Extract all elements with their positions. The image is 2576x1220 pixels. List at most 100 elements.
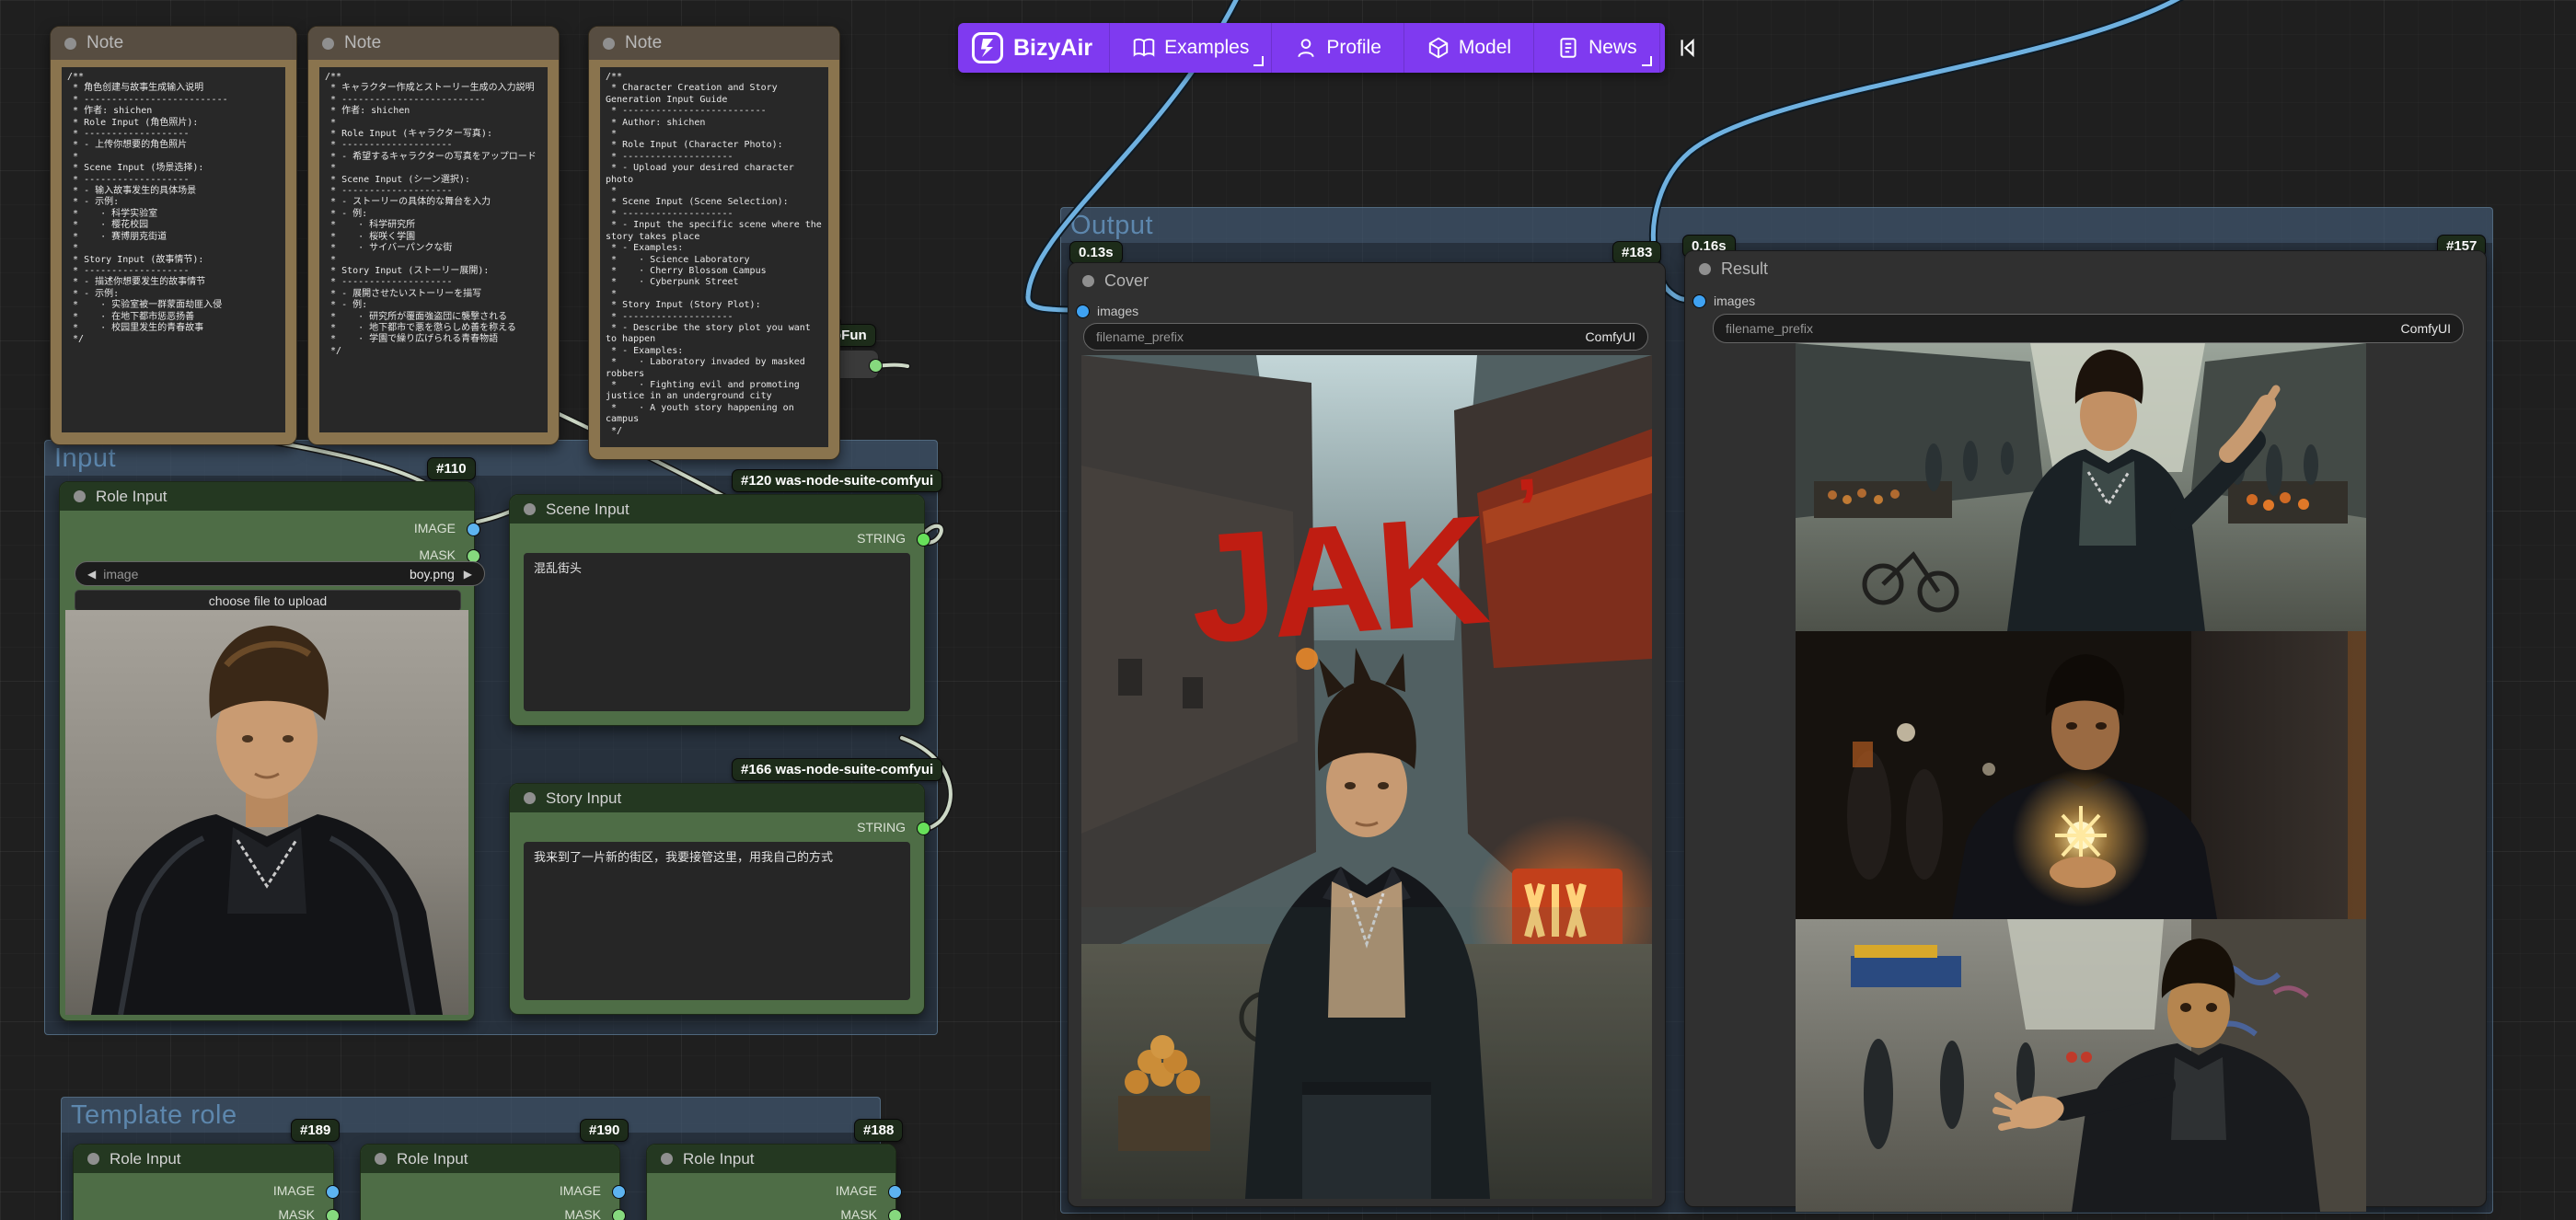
bizyair-logo-icon: [971, 31, 1004, 64]
role-image-preview: [65, 610, 468, 1015]
news-icon: [1556, 36, 1580, 60]
note-node-1[interactable]: Note /** * 角色创建与故事生成输入说明 * -------------…: [50, 26, 297, 445]
nav-label: Model: [1459, 37, 1511, 59]
result-2-illustration: [1796, 631, 2366, 919]
image-output-dot[interactable]: [612, 1185, 626, 1199]
node-story-input[interactable]: Story Input STRING 我来到了一片新的街区，我要接管这里，用我自…: [509, 783, 925, 1015]
mask-output-dot[interactable]: [888, 1209, 902, 1220]
node-collapse-dot[interactable]: [524, 503, 536, 515]
group-output-title: Output: [1070, 211, 1153, 241]
string-output-dot[interactable]: [917, 533, 930, 547]
cover-filename-widget[interactable]: filename_prefix ComfyUI: [1083, 323, 1648, 351]
svg-text:JAK: JAK: [1184, 482, 1493, 675]
cover-header[interactable]: Cover: [1069, 263, 1665, 298]
image-combo-widget[interactable]: ◀ image boy.png ▶: [75, 561, 485, 586]
node-template-role-1[interactable]: Role Input IMAGE MASK: [73, 1144, 334, 1220]
result-input-images: images: [1692, 293, 1755, 308]
corner-mark-icon: [1253, 56, 1264, 66]
mask-output-dot[interactable]: [326, 1209, 340, 1220]
node-collapse-dot[interactable]: [64, 38, 76, 50]
node-collapse-dot[interactable]: [1699, 263, 1711, 275]
node-cover[interactable]: Cover images filename_prefix ComfyUI: [1068, 262, 1666, 1207]
nav-item-profile[interactable]: Profile: [1271, 23, 1404, 73]
node-scene-input[interactable]: Scene Input STRING 混乱街头: [509, 494, 925, 726]
result-filename-widget[interactable]: filename_prefix ComfyUI: [1713, 314, 2464, 343]
note-text-3[interactable]: /** * Character Creation and Story Gener…: [600, 67, 828, 447]
mask-port-label: MASK: [564, 1207, 601, 1220]
template-role-title: Role Input: [397, 1150, 468, 1168]
node-collapse-dot[interactable]: [524, 792, 536, 804]
combo-prev-icon[interactable]: ◀: [87, 568, 96, 581]
role-input-badge: #110: [427, 457, 476, 480]
nav-label: News: [1588, 37, 1637, 59]
nav-item-model[interactable]: Model: [1404, 23, 1533, 73]
image-port-label: IMAGE: [414, 521, 456, 535]
node-role-input[interactable]: Role Input IMAGE MASK ◀ image boy.png ▶ …: [59, 481, 475, 1021]
cover-time-badge: 0.13s: [1069, 241, 1123, 264]
images-input-label: images: [1097, 304, 1138, 318]
node-result[interactable]: Result images filename_prefix ComfyUI: [1684, 250, 2487, 1207]
corner-mark-icon: [1642, 56, 1652, 66]
partial-node-output-dot[interactable]: [869, 359, 883, 373]
mask-output-dot[interactable]: [612, 1209, 626, 1220]
image-output-dot[interactable]: [888, 1185, 902, 1199]
bizyair-brand[interactable]: BizyAir: [958, 31, 1109, 64]
filename-prefix-value: ComfyUI: [2401, 321, 2451, 336]
scene-text-input[interactable]: 混乱街头: [524, 553, 910, 711]
combo-next-icon[interactable]: ▶: [464, 568, 472, 581]
filename-prefix-label: filename_prefix: [1726, 321, 1813, 336]
bizyair-toolbar: BizyAir Examples Profile Model News: [958, 23, 1665, 73]
string-output-dot[interactable]: [917, 822, 930, 835]
cube-icon: [1427, 36, 1450, 60]
nav-label: Examples: [1164, 37, 1249, 59]
node-collapse-dot[interactable]: [87, 1153, 99, 1165]
collapse-panel-icon: [1675, 36, 1699, 60]
group-input-title: Input: [54, 443, 116, 474]
node-editor-canvas[interactable]: Input Template role Output: [0, 0, 2576, 1220]
note-header[interactable]: Note: [308, 27, 559, 60]
role-input-header[interactable]: Role Input: [60, 482, 474, 511]
node-collapse-dot[interactable]: [1082, 275, 1094, 287]
images-input-dot[interactable]: [1076, 305, 1090, 318]
node-collapse-dot[interactable]: [661, 1153, 673, 1165]
nav-item-examples[interactable]: Examples: [1109, 23, 1271, 73]
note-node-2[interactable]: Note /** * キャラクター作成とストーリー生成の入力説明 * -----…: [307, 26, 560, 445]
nav-collapse-button[interactable]: [1659, 23, 1714, 73]
note-text-1[interactable]: /** * 角色创建与故事生成输入说明 * ------------------…: [62, 67, 285, 432]
images-input-label: images: [1714, 293, 1755, 308]
note-title: Note: [625, 33, 662, 53]
brand-label: BizyAir: [1013, 35, 1092, 62]
image-output-dot[interactable]: [467, 523, 480, 536]
scene-input-header[interactable]: Scene Input: [510, 495, 924, 524]
note-text-2[interactable]: /** * キャラクター作成とストーリー生成の入力説明 * ----------…: [319, 67, 548, 432]
node-template-role-3[interactable]: Role Input IMAGE MASK: [646, 1144, 896, 1220]
template-role-badge-1: #189: [291, 1119, 340, 1142]
result-title: Result: [1721, 259, 1768, 279]
note-header[interactable]: Note: [51, 27, 296, 60]
node-collapse-dot[interactable]: [322, 38, 334, 50]
mask-port-label: MASK: [840, 1207, 877, 1220]
node-collapse-dot[interactable]: [603, 38, 615, 50]
node-template-role-2[interactable]: Role Input IMAGE MASK: [360, 1144, 620, 1220]
note-header[interactable]: Note: [589, 27, 839, 60]
note-node-3[interactable]: Note /** * Character Creation and Story …: [588, 26, 840, 460]
person-icon: [1294, 36, 1318, 60]
group-template-title: Template role: [71, 1100, 237, 1131]
images-input-dot[interactable]: [1692, 294, 1706, 308]
template-role-badge-2: #190: [580, 1119, 629, 1142]
combo-value: boy.png: [410, 567, 455, 581]
node-collapse-dot[interactable]: [74, 490, 86, 502]
upload-file-button[interactable]: choose file to upload: [75, 590, 461, 612]
string-port-label: STRING: [857, 531, 906, 546]
story-text-input[interactable]: 我来到了一片新的街区，我要接管这里，用我自己的方式: [524, 842, 910, 1000]
scene-input-badge: #120 was-node-suite-comfyui: [732, 469, 942, 492]
group-output-titlebar[interactable]: [1061, 208, 2492, 243]
result-header[interactable]: Result: [1685, 251, 2486, 286]
cover-title: Cover: [1104, 271, 1149, 291]
image-output-dot[interactable]: [326, 1185, 340, 1199]
story-input-header[interactable]: Story Input: [510, 784, 924, 812]
node-collapse-dot[interactable]: [375, 1153, 387, 1165]
cover-poster-illustration: JAK ’: [1081, 355, 1652, 1199]
nav-item-news[interactable]: News: [1533, 23, 1659, 73]
cover-image-preview: JAK ’: [1081, 355, 1652, 1199]
